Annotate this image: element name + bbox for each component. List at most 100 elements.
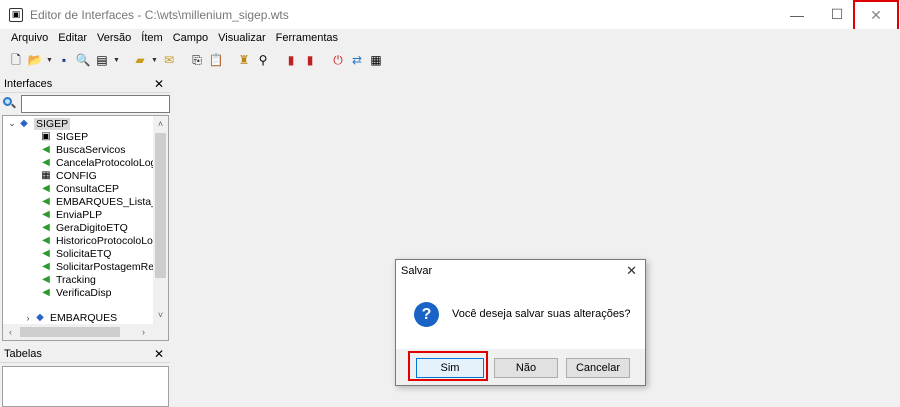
tree-item[interactable]: ◀ HistoricoProtocoloLogis [39,234,166,247]
scroll-up-icon[interactable]: ˄ [153,116,168,131]
pin-icon[interactable]: ⚲ [255,52,271,68]
cancel-button[interactable]: Cancelar [566,358,630,378]
tree-item[interactable]: ◀ VerificaDisp [39,286,111,299]
toolbar: 🗋 📂 ▼ ▪ 🔍 ▤ ▼ ▰ ▼ ✉ ⎘ 📋 ♜ ⚲ ▮ ▮ ⏻ ⇄ ▦ [0,48,900,72]
green-arrow-icon: ◀ [42,222,50,233]
dialog-title: Salvar [401,265,433,277]
new-file-icon[interactable]: 🗋 [8,52,24,68]
green-arrow-icon: ◀ [42,157,50,168]
menu-ferramentas[interactable]: Ferramentas [271,32,343,44]
green-arrow-icon: ◀ [42,235,50,246]
menu-item[interactable]: Ítem [136,32,167,44]
green-arrow-icon: ◀ [42,287,50,298]
chevron-down-icon[interactable]: ▼ [46,52,53,68]
close-icon[interactable]: ✕ [154,347,164,361]
save-icon[interactable]: ▪ [56,52,72,68]
scroll-right-icon[interactable]: › [136,324,151,339]
menu-visualizar[interactable]: Visualizar [213,32,271,44]
open-folder-icon[interactable]: 📂 [27,52,43,68]
find-icon[interactable]: 🔍 [75,52,91,68]
dialog-body: ? Você deseja salvar suas alterações? [396,282,645,349]
stop-icon[interactable]: ⏻ [330,52,346,68]
add-field-icon[interactable]: ▮ [283,52,299,68]
green-arrow-icon: ◀ [42,209,50,220]
tree-item-label: ConsultaCEP [56,182,120,195]
tree-item-label: VerificaDisp [56,286,112,299]
menu-campo[interactable]: Campo [168,32,213,44]
menu-versao[interactable]: Versão [92,32,136,44]
interfaces-pane-header: Interfaces ✕ [0,75,170,93]
no-button[interactable]: Não [494,358,558,378]
scroll-thumb[interactable] [20,327,120,337]
tree-item-label: CancelaProtocoloLogis [56,156,164,169]
tree-item[interactable]: ◀ Tracking [39,273,96,286]
tree-item[interactable]: ◀ BuscaServicos [39,143,125,156]
tree-item-label: SolicitaETQ [56,247,112,260]
close-icon: ✕ [870,7,882,23]
question-icon: ? [414,302,439,327]
chevron-down-icon[interactable]: ▼ [151,52,158,68]
remove-field-icon[interactable]: ▮ [302,52,318,68]
paste-icon[interactable]: 📋 [208,52,224,68]
dialog-message: Você deseja salvar suas alterações? [452,308,631,320]
tabelas-pane-header: Tabelas ✕ [0,345,170,363]
green-arrow-icon: ◀ [42,196,50,207]
compare-icon[interactable]: ⇄ [349,52,365,68]
tree-item-label: SIGEP [56,130,89,143]
interfaces-tree[interactable]: ⌄ ◆ SIGEP ▣ SIGEP ◀ BuscaServicos ◀ Canc… [2,115,169,341]
interface-group-icon: ◆ [36,312,44,323]
copy-icon[interactable]: ⎘ [189,52,205,68]
tree-item[interactable]: ◀ ConsultaCEP [39,182,119,195]
tree-item[interactable]: ▦ CONFIG [39,169,97,182]
menu-editar[interactable]: Editar [53,32,92,44]
chevron-down-icon[interactable]: ▼ [113,52,120,68]
close-icon[interactable]: ✕ [154,77,164,91]
window-title: Editor de Interfaces - C:\wts\millenium_… [30,7,289,22]
pane-title: Interfaces [4,77,53,90]
chevron-down-icon[interactable]: ⌄ [7,118,17,129]
tree-item-label: EnviaPLP [56,208,103,221]
menu-arquivo[interactable]: Arquivo [6,32,53,44]
tree-item[interactable]: ▣ SIGEP [39,130,88,143]
green-arrow-icon: ◀ [42,261,50,272]
table-icon[interactable]: ▦ [368,52,384,68]
search-input[interactable] [21,94,170,113]
scroll-down-icon[interactable]: ˅ [153,307,168,322]
tree-item-label: BuscaServicos [56,143,126,156]
scroll-corner [153,324,168,340]
close-button[interactable]: ✕ [853,0,899,31]
tree-item[interactable]: ◀ EnviaPLP [39,208,102,221]
search-icon [2,96,18,112]
form-window-icon: ▣ [9,7,23,22]
tree-item-label: SolicitarPostagemReve [56,260,166,273]
chevron-right-icon[interactable]: › [23,313,33,323]
tree-sibling[interactable]: › ◆ EMBARQUES [23,311,118,324]
title-bar: ▣ Editor de Interfaces - C:\wts\milleniu… [0,0,900,31]
calendar-icon: ▦ [41,170,51,181]
green-arrow-icon: ◀ [42,274,50,285]
build-icon[interactable]: ♜ [236,52,252,68]
tree-item-label: GeraDigitoETQ [56,221,128,234]
preview-icon[interactable]: ▤ [94,52,110,68]
horizontal-scrollbar[interactable]: ‹ › [3,324,153,340]
minimize-icon: — [790,6,804,23]
form-icon: ▣ [41,131,51,142]
scroll-thumb[interactable] [155,133,166,278]
tree-item[interactable]: ◀ SolicitarPostagemReve [39,260,165,273]
tree-item-label: HistoricoProtocoloLogis [56,234,167,247]
tree-root[interactable]: ⌄ ◆ SIGEP [7,117,71,130]
open-interface-icon[interactable]: ✉ [161,52,177,68]
tree-item[interactable]: ◀ SolicitaETQ [39,247,111,260]
tree-item[interactable]: ◀ EMBARQUES_Lista_Sig [39,195,168,208]
interface-group-icon: ◆ [20,118,28,129]
vertical-scrollbar[interactable]: ˄ ˅ [153,116,168,324]
tabelas-list[interactable] [2,366,169,407]
green-arrow-icon: ◀ [42,144,50,155]
tree-root-label: SIGEP [34,117,71,130]
new-interface-icon[interactable]: ▰ [132,52,148,68]
scroll-left-icon[interactable]: ‹ [3,324,18,339]
close-icon[interactable]: ✕ [626,263,637,279]
tree-item[interactable]: ◀ CancelaProtocoloLogis [39,156,164,169]
maximize-icon: ☐ [830,6,844,22]
tree-item[interactable]: ◀ GeraDigitoETQ [39,221,128,234]
